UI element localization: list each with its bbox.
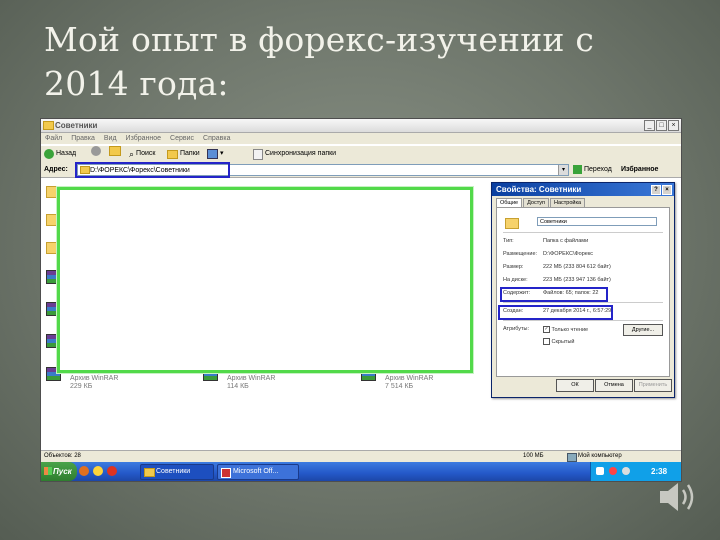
dialog-close-button[interactable]: ×: [662, 185, 672, 195]
toolbar: Назад ⌕ Поиск Папки ▾ Синхронизация папк…: [41, 145, 681, 163]
tab-sharing[interactable]: Доступ: [523, 198, 549, 207]
speaker-icon[interactable]: [656, 474, 702, 520]
dialog-title: Свойства: Советники: [496, 185, 582, 194]
menu-help[interactable]: Справка: [203, 133, 230, 144]
status-location: Мой компьютер: [578, 453, 622, 459]
redaction-box: [57, 187, 473, 373]
help-button[interactable]: ?: [651, 185, 661, 195]
opera-icon[interactable]: [107, 466, 117, 476]
menu-favorites[interactable]: Избранное: [126, 133, 161, 144]
search-button[interactable]: ⌕ Поиск: [129, 146, 155, 162]
minimize-button[interactable]: _: [644, 120, 655, 131]
tab-customize[interactable]: Настройка: [550, 198, 586, 207]
back-arrow-icon: [44, 149, 54, 159]
views-icon: [207, 149, 218, 159]
folder-icon: [144, 468, 155, 477]
task-explorer[interactable]: Советники: [140, 464, 214, 480]
window-titlebar[interactable]: Советники _ □ ×: [41, 119, 681, 133]
folder-name-input[interactable]: Советники: [537, 217, 657, 226]
folders-icon: [167, 149, 178, 159]
dialog-titlebar[interactable]: Свойства: Советники ? ×: [492, 183, 674, 196]
properties-dialog: Свойства: Советники ? × Общие Доступ Нас…: [491, 182, 675, 398]
close-button[interactable]: ×: [668, 120, 679, 131]
computer-icon: [567, 453, 577, 462]
sync-button[interactable]: Синхронизация папки: [253, 146, 336, 162]
windows-logo-icon: [44, 467, 52, 475]
go-button[interactable]: Переход: [573, 162, 612, 177]
status-bar: Объектов: 28 100 МБ Мой компьютер: [41, 450, 681, 462]
chevron-down-icon[interactable]: ▾: [558, 165, 568, 175]
taskbar: Пуск Советники Microsoft Off... 2:38: [41, 462, 681, 481]
firefox-icon[interactable]: [79, 466, 89, 476]
go-arrow-icon: [573, 165, 582, 174]
contains-highlight: [500, 287, 608, 302]
menu-file[interactable]: Файл: [45, 133, 62, 144]
status-size: 100 МБ: [523, 453, 544, 459]
folders-button[interactable]: Папки: [167, 146, 200, 162]
slide-title: Мой опыт в форекс-изучении с 2014 года:: [44, 20, 595, 103]
menu-view[interactable]: Вид: [104, 133, 117, 144]
sync-icon: [253, 148, 263, 160]
views-button[interactable]: ▾: [207, 146, 224, 162]
up-folder-button[interactable]: [109, 146, 121, 156]
tray-icon[interactable]: [622, 467, 630, 475]
menu-edit[interactable]: Правка: [71, 133, 95, 144]
tray-icon[interactable]: [609, 467, 617, 475]
office-icon: [221, 468, 231, 478]
hidden-checkbox[interactable]: [543, 338, 550, 345]
tab-general[interactable]: Общие: [496, 198, 523, 207]
address-highlight: [75, 162, 230, 178]
maximize-button[interactable]: □: [656, 120, 667, 131]
folder-icon: [505, 218, 519, 229]
created-highlight: [498, 305, 613, 320]
folder-icon: [43, 121, 54, 130]
readonly-checkbox[interactable]: ✓: [543, 326, 550, 333]
ok-button[interactable]: ОК: [556, 379, 594, 392]
forward-arrow-icon: [91, 146, 101, 156]
menu-bar: Файл Правка Вид Избранное Сервис Справка: [41, 133, 681, 144]
up-folder-icon: [109, 146, 121, 156]
start-button[interactable]: Пуск: [41, 462, 77, 481]
window-controls: _ □ ×: [644, 120, 679, 131]
search-icon: ⌕: [129, 149, 135, 159]
other-attributes-button[interactable]: Другие...: [623, 324, 663, 336]
status-objects: Объектов: 28: [44, 453, 81, 459]
tray-icon[interactable]: [596, 467, 604, 475]
back-button[interactable]: Назад: [44, 146, 76, 162]
favorites-link[interactable]: Избранное: [621, 162, 658, 177]
task-office[interactable]: Microsoft Off...: [217, 464, 299, 480]
forward-button[interactable]: [91, 146, 101, 156]
window-title: Советники: [55, 121, 98, 130]
address-label: Адрес:: [44, 166, 68, 173]
cancel-button[interactable]: Отмена: [595, 379, 633, 392]
ie-icon[interactable]: [93, 466, 103, 476]
apply-button[interactable]: Применить: [634, 379, 672, 392]
menu-tools[interactable]: Сервис: [170, 133, 194, 144]
explorer-screenshot: Советники _ □ × Файл Правка Вид Избранно…: [40, 118, 682, 482]
dialog-tabs: Общие Доступ Настройка: [496, 198, 586, 207]
